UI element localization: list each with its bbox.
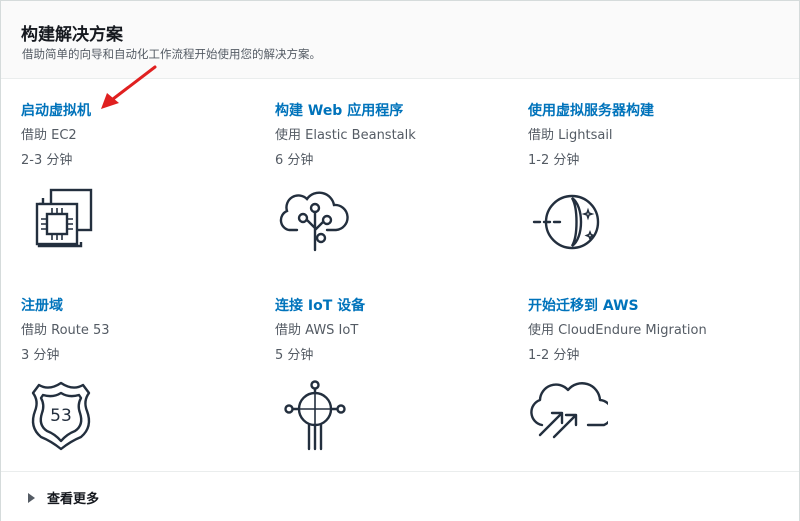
web-app-link[interactable]: 构建 Web 应用程序 — [275, 101, 403, 121]
migration-link[interactable]: 开始迁移到 AWS — [528, 296, 639, 316]
register-domain-link[interactable]: 注册域 — [21, 296, 63, 316]
see-more-label: 查看更多 — [47, 492, 100, 507]
card-duration: 2-3 分钟 — [21, 153, 73, 168]
card-duration: 1-2 分钟 — [528, 348, 580, 363]
panel-footer: 查看更多 — [1, 471, 799, 521]
annotation-arrow-icon — [101, 65, 157, 109]
card-migration: 开始迁移到 AWS 使用 CloudEndure Migration 1-2 分… — [528, 295, 768, 439]
card-duration: 1-2 分钟 — [528, 153, 580, 168]
card-subtitle: 使用 CloudEndure Migration — [528, 323, 707, 338]
build-solution-panel: 构建解决方案 借助简单的向导和自动化工作流程开始使用您的解决方案。 启动虚拟机 … — [0, 0, 800, 521]
card-duration: 5 分钟 — [275, 348, 314, 363]
card-subtitle: 使用 Elastic Beanstalk — [275, 128, 416, 143]
cloud-tree-icon — [279, 191, 349, 252]
card-duration: 3 分钟 — [21, 348, 60, 363]
caret-right-icon — [28, 492, 35, 503]
card-register-domain: 注册域 借助 Route 53 3 分钟 53 — [21, 295, 261, 451]
card-lightsail: 使用虚拟服务器构建 借助 Lightsail 1-2 分钟 — [528, 100, 768, 250]
lightsail-icon — [532, 194, 600, 250]
card-subtitle: 借助 Lightsail — [528, 128, 613, 143]
route53-shield-icon: 53 — [31, 381, 91, 451]
see-more-toggle[interactable]: 查看更多 — [28, 488, 99, 507]
iot-network-icon — [284, 380, 346, 451]
launch-vm-link[interactable]: 启动虚拟机 — [21, 101, 91, 121]
card-duration: 6 分钟 — [275, 153, 314, 168]
panel-title: 构建解决方案 — [21, 25, 123, 45]
card-web-app: 构建 Web 应用程序 使用 Elastic Beanstalk 6 分钟 — [275, 100, 515, 252]
card-connect-iot: 连接 IoT 设备 借助 AWS IoT 5 分钟 — [275, 295, 515, 451]
connect-iot-link[interactable]: 连接 IoT 设备 — [275, 296, 365, 316]
ec2-chip-icon — [35, 188, 93, 248]
route53-badge-text: 53 — [50, 406, 72, 426]
lightsail-link[interactable]: 使用虚拟服务器构建 — [528, 101, 654, 121]
card-subtitle: 借助 AWS IoT — [275, 323, 359, 338]
panel-subtitle: 借助简单的向导和自动化工作流程开始使用您的解决方案。 — [22, 47, 321, 61]
card-subtitle: 借助 Route 53 — [21, 323, 110, 338]
card-subtitle: 借助 EC2 — [21, 128, 77, 143]
cloud-migration-icon — [530, 382, 608, 439]
